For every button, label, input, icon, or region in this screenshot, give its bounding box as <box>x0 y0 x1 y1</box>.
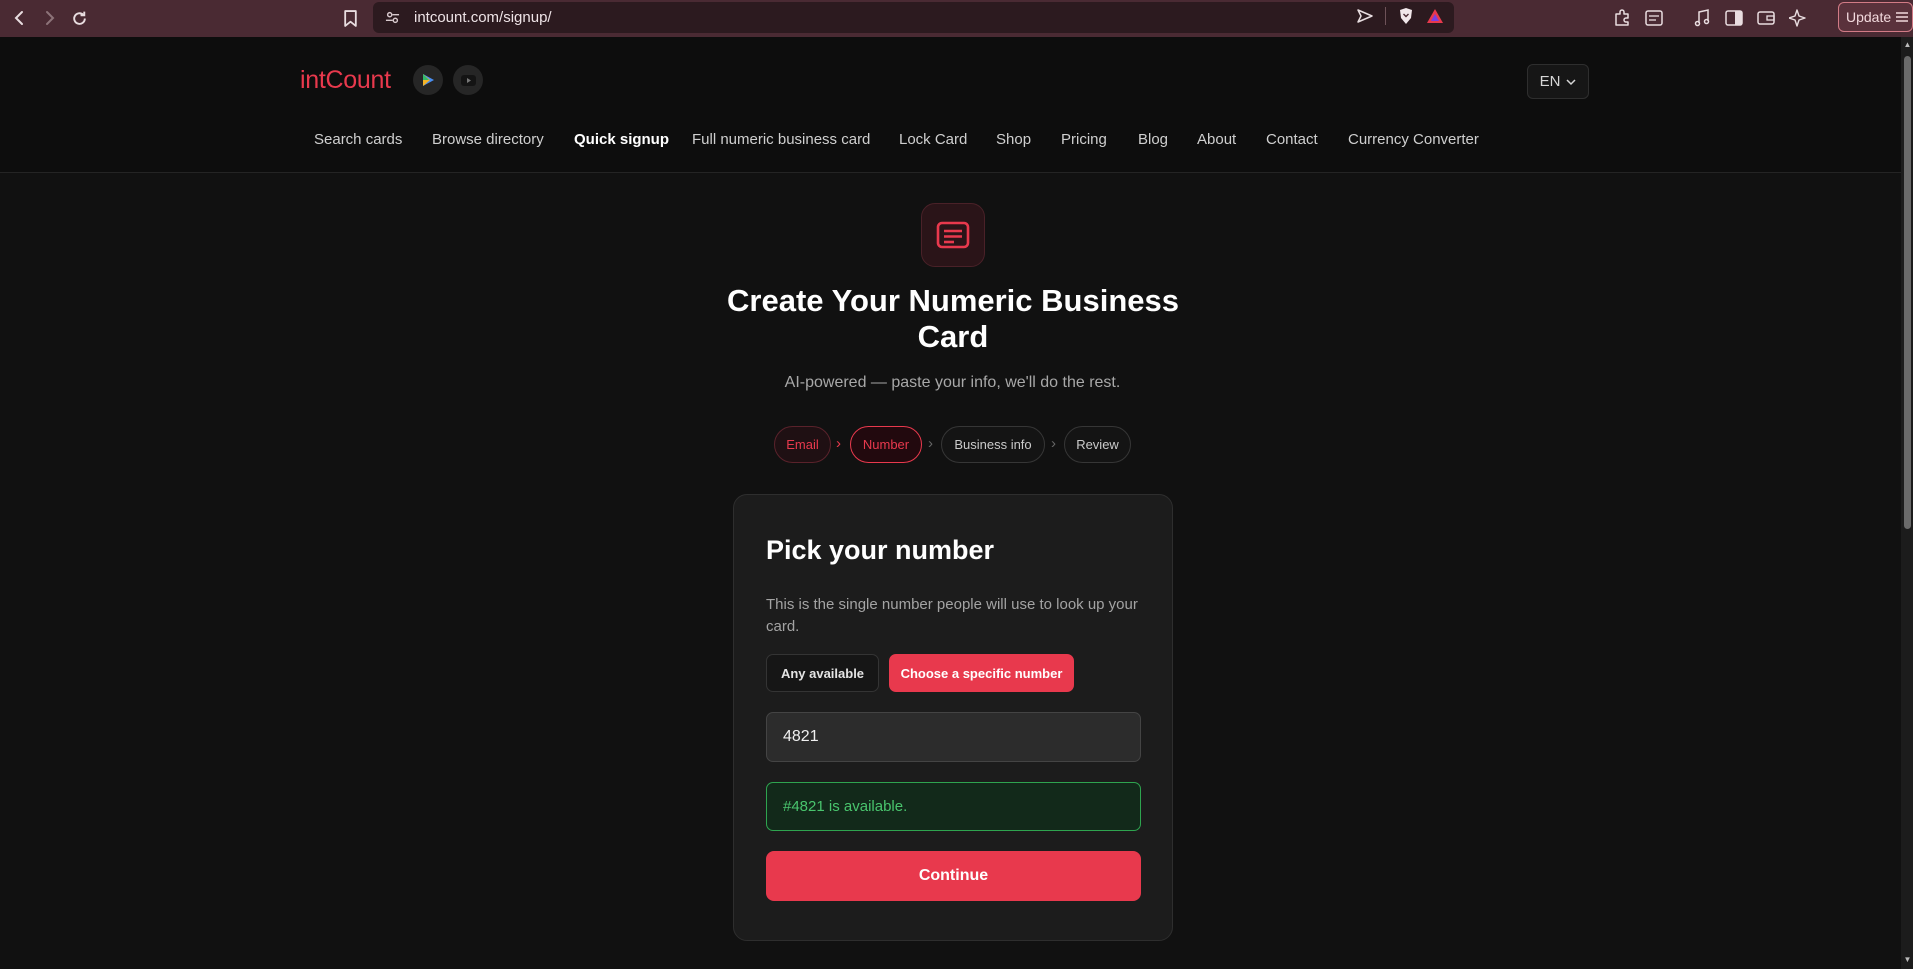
music-icon[interactable] <box>1689 4 1715 32</box>
availability-message: #4821 is available. <box>766 782 1141 831</box>
forward-icon[interactable] <box>35 4 63 32</box>
number-input[interactable] <box>766 712 1141 762</box>
chevron-down-icon <box>1566 73 1576 90</box>
page-subtitle: AI-powered — paste your info, we'll do t… <box>784 374 1121 391</box>
menu-icon <box>1895 11 1909 23</box>
signup-stepper: Email › Number › Business info › Review <box>0 426 1901 463</box>
site-settings-icon[interactable] <box>385 10 400 25</box>
site-header: intCount EN Search cards Browse director… <box>0 37 1901 173</box>
step-business-info: Business info <box>941 426 1045 463</box>
leo-ai-icon[interactable] <box>1785 4 1811 32</box>
nav-full-numeric-business-card[interactable]: Full numeric business card <box>692 131 870 148</box>
step-number: Number <box>850 426 922 463</box>
specific-number-button[interactable]: Choose a specific number <box>889 654 1074 692</box>
card-description: This is the single number people will us… <box>766 596 1138 635</box>
step-review: Review <box>1064 426 1131 463</box>
nav-browse-directory[interactable]: Browse directory <box>432 131 544 148</box>
page: intCount EN Search cards Browse director… <box>0 37 1901 969</box>
reader-mode-icon[interactable] <box>1641 4 1667 32</box>
youtube-icon[interactable] <box>453 65 483 95</box>
language-label: EN <box>1539 73 1561 90</box>
browser-toolbar: intcount.com/signup/ Update <box>0 0 1913 37</box>
play-store-icon[interactable] <box>413 65 443 95</box>
scroll-down-icon[interactable]: ▼ <box>1903 955 1912 964</box>
step-separator: › <box>1051 435 1056 452</box>
share-icon[interactable] <box>1357 9 1373 23</box>
site-logo[interactable]: intCount <box>300 66 391 95</box>
card-icon <box>921 203 985 267</box>
brave-rewards-icon[interactable] <box>1426 8 1444 24</box>
back-icon[interactable] <box>6 4 34 32</box>
nav-about[interactable]: About <box>1197 131 1236 148</box>
language-select[interactable]: EN <box>1527 64 1589 99</box>
nav-pricing[interactable]: Pricing <box>1061 131 1107 148</box>
nav-lock-card[interactable]: Lock Card <box>899 131 967 148</box>
pick-number-card: Pick your number This is the single numb… <box>733 494 1173 941</box>
bookmark-icon[interactable] <box>336 4 364 32</box>
wallet-icon[interactable] <box>1753 4 1779 32</box>
nav-blog[interactable]: Blog <box>1138 131 1168 148</box>
step-separator: › <box>928 435 933 452</box>
step-email: Email <box>774 426 831 463</box>
step-separator: › <box>836 435 841 452</box>
sidebar-icon[interactable] <box>1721 4 1747 32</box>
extensions-icon[interactable] <box>1609 4 1635 32</box>
nav-shop[interactable]: Shop <box>996 131 1031 148</box>
nav-contact[interactable]: Contact <box>1266 131 1318 148</box>
reload-icon[interactable] <box>65 4 93 32</box>
scroll-up-icon[interactable]: ▲ <box>1903 40 1912 49</box>
update-button[interactable]: Update <box>1838 2 1913 32</box>
divider <box>1385 7 1386 25</box>
update-label: Update <box>1846 9 1892 25</box>
address-bar[interactable]: intcount.com/signup/ <box>373 2 1454 33</box>
any-available-button[interactable]: Any available <box>766 654 879 692</box>
scrollbar-thumb[interactable] <box>1904 56 1911 529</box>
main-nav: Search cards Browse directory Quick sign… <box>0 131 1901 155</box>
brave-shield-icon[interactable] <box>1398 7 1414 25</box>
card-title: Pick your number <box>766 535 995 565</box>
nav-search-cards[interactable]: Search cards <box>314 131 402 148</box>
nav-quick-signup[interactable]: Quick signup <box>574 131 669 148</box>
continue-button[interactable]: Continue <box>766 851 1141 901</box>
page-title: Create Your Numeric Business Card <box>727 283 1179 354</box>
nav-currency-converter[interactable]: Currency Converter <box>1348 131 1479 148</box>
url-text[interactable]: intcount.com/signup/ <box>414 9 552 26</box>
